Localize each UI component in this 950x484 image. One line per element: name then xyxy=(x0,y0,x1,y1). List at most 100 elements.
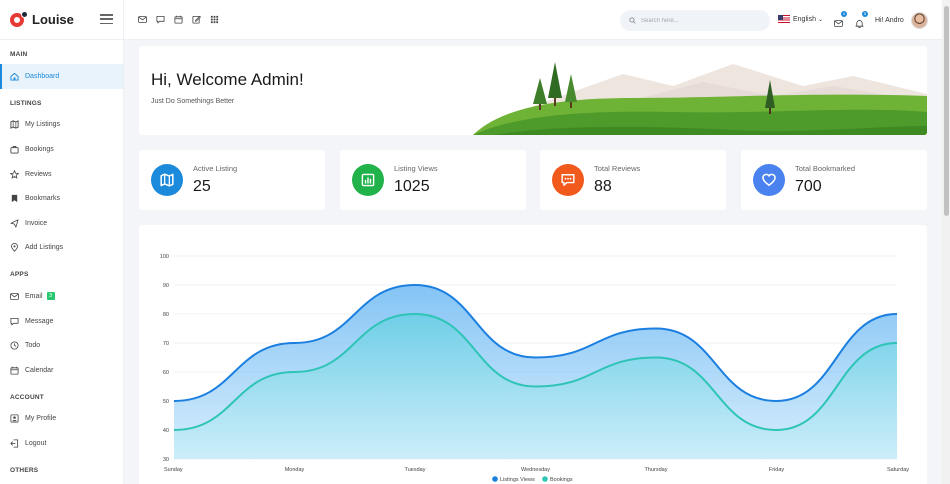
mail-icon xyxy=(10,292,19,301)
user-menu[interactable]: Hi! Andro xyxy=(875,12,928,29)
x-tick-label: Monday xyxy=(285,467,305,473)
map-icon xyxy=(151,164,183,196)
stat-label: Total Reviews xyxy=(594,164,641,173)
legend-marker xyxy=(492,476,498,482)
x-tick-label: Thursday xyxy=(645,467,668,473)
sidebar-item-label: Email xyxy=(25,292,43,300)
sidebar-item-label: Todo xyxy=(25,342,41,350)
sidebar-item-todo[interactable]: Todo xyxy=(0,333,123,358)
logo-icon xyxy=(10,10,28,28)
us-flag-icon xyxy=(778,15,790,23)
alerts-notification[interactable]: 5 xyxy=(855,11,868,29)
sidebar-item-label: Invoice xyxy=(25,219,48,227)
sidebar-item-message[interactable]: Message xyxy=(0,309,123,334)
messages-notification[interactable]: 4 xyxy=(834,11,847,27)
sidebar-item-label: Add Listings xyxy=(25,244,64,252)
sidebar-item-label: Calendar xyxy=(25,366,54,374)
search-input[interactable] xyxy=(641,17,751,24)
logout-icon xyxy=(10,439,19,448)
stat-card-listing-views: Listing Views 1025 xyxy=(340,150,526,210)
language-label: English xyxy=(793,15,816,23)
sidebar-item-label: Bookmarks xyxy=(25,195,61,203)
mail-icon[interactable] xyxy=(138,15,147,24)
sidebar: Louise MAIN Dashboard LISTINGS My Listings B… xyxy=(0,0,124,484)
envelope-icon xyxy=(834,20,843,27)
brand-name: Louise xyxy=(32,12,74,27)
briefcase-icon xyxy=(10,145,19,154)
sidebar-item-calendar[interactable]: Calendar xyxy=(0,358,123,383)
page-scrollbar[interactable] xyxy=(942,0,950,484)
bell-icon xyxy=(855,20,864,29)
search-icon xyxy=(629,17,636,24)
stat-card-active-listing: Active Listing 25 xyxy=(139,150,325,210)
map-icon xyxy=(10,120,19,130)
stat-card-total-reviews: Total Reviews 88 xyxy=(540,150,726,210)
stat-value: 88 xyxy=(594,178,612,195)
x-tick-label: Saturday xyxy=(887,467,909,473)
quick-links xyxy=(138,15,219,24)
sidebar-nav: MAIN Dashboard LISTINGS My Listings Bookings… xyxy=(0,51,123,474)
sidebar-section-title: MAIN xyxy=(10,51,28,58)
sidebar-item-bookings[interactable]: Bookings xyxy=(0,137,123,162)
stat-value: 1025 xyxy=(394,178,430,195)
topbar: English ⌄ 4 5 Hi! Andro xyxy=(124,0,942,40)
bookmark-icon xyxy=(10,194,19,203)
edit-icon[interactable] xyxy=(192,15,201,24)
x-tick-label: Tuesday xyxy=(405,467,426,473)
y-tick-label: 30 xyxy=(163,457,169,463)
avatar xyxy=(910,12,928,29)
menu-toggle-icon[interactable] xyxy=(100,14,113,24)
x-tick-label: Friday xyxy=(769,467,785,473)
sidebar-item-label: Bookings xyxy=(25,145,54,153)
user-square-icon xyxy=(10,414,19,423)
legend-marker xyxy=(542,476,548,482)
y-tick-label: 70 xyxy=(163,341,169,347)
y-tick-label: 80 xyxy=(163,312,169,318)
sidebar-item-logout[interactable]: Logout xyxy=(0,431,123,456)
y-tick-label: 40 xyxy=(163,428,169,434)
sidebar-section-title: OTHERS xyxy=(10,466,39,474)
home-icon xyxy=(10,72,19,81)
sidebar-item-dashboard[interactable]: Dashboard xyxy=(0,64,123,89)
sidebar-section-title: LISTINGS xyxy=(10,99,42,107)
language-selector[interactable]: English ⌄ xyxy=(778,15,823,23)
sidebar-item-bookmarks[interactable]: Bookmarks xyxy=(0,186,123,211)
scrollbar-thumb[interactable] xyxy=(943,6,949,216)
sidebar-item-my-listings[interactable]: My Listings xyxy=(0,113,123,138)
send-icon xyxy=(10,219,19,228)
email-count-badge: 3 xyxy=(46,292,55,301)
apps-grid-icon[interactable] xyxy=(210,15,219,24)
calendar-icon[interactable] xyxy=(174,15,183,24)
brand[interactable]: Louise xyxy=(0,0,123,40)
sidebar-item-my-profile[interactable]: My Profile xyxy=(0,407,123,432)
sidebar-item-reviews[interactable]: Reviews xyxy=(0,162,123,187)
stat-label: Listing Views xyxy=(394,164,438,173)
sidebar-item-label: Dashboard xyxy=(25,72,60,80)
area-chart: 30 40 50 60 70 80 90 100 Sunday Monday Tuesday Wedn… xyxy=(160,254,909,483)
sidebar-section-title: ACCOUNT xyxy=(10,393,44,401)
x-tick-label: Sunday xyxy=(164,467,183,473)
stat-value: 700 xyxy=(795,178,822,195)
sidebar-item-label: Reviews xyxy=(25,170,52,178)
sidebar-item-add-listings[interactable]: Add Listings xyxy=(0,236,123,261)
bar-chart-icon xyxy=(352,164,384,196)
search-bar xyxy=(620,10,770,31)
sidebar-item-invoice[interactable]: Invoice xyxy=(0,211,123,236)
sidebar-item-label: Logout xyxy=(25,439,47,447)
map-pin-icon xyxy=(10,243,19,253)
stat-card-total-bookmarked: Total Bookmarked 700 xyxy=(741,150,927,210)
sidebar-item-email[interactable]: Email 3 xyxy=(0,284,123,309)
alerts-count-badge: 5 xyxy=(862,11,868,17)
heart-icon xyxy=(753,164,785,196)
message-icon xyxy=(10,317,19,326)
chat-icon[interactable] xyxy=(156,15,165,24)
user-greeting: Hi! Andro xyxy=(875,17,904,24)
landscape-illustration xyxy=(473,62,927,135)
calendar-icon xyxy=(10,366,19,375)
legend-label: Bookings xyxy=(550,477,573,483)
legend-label: Listings Views xyxy=(500,477,535,483)
sidebar-section-title: APPS xyxy=(10,271,29,279)
sidebar-item-label: Message xyxy=(25,317,54,325)
chevron-down-icon: ⌄ xyxy=(817,16,823,23)
y-tick-label: 60 xyxy=(163,370,169,376)
